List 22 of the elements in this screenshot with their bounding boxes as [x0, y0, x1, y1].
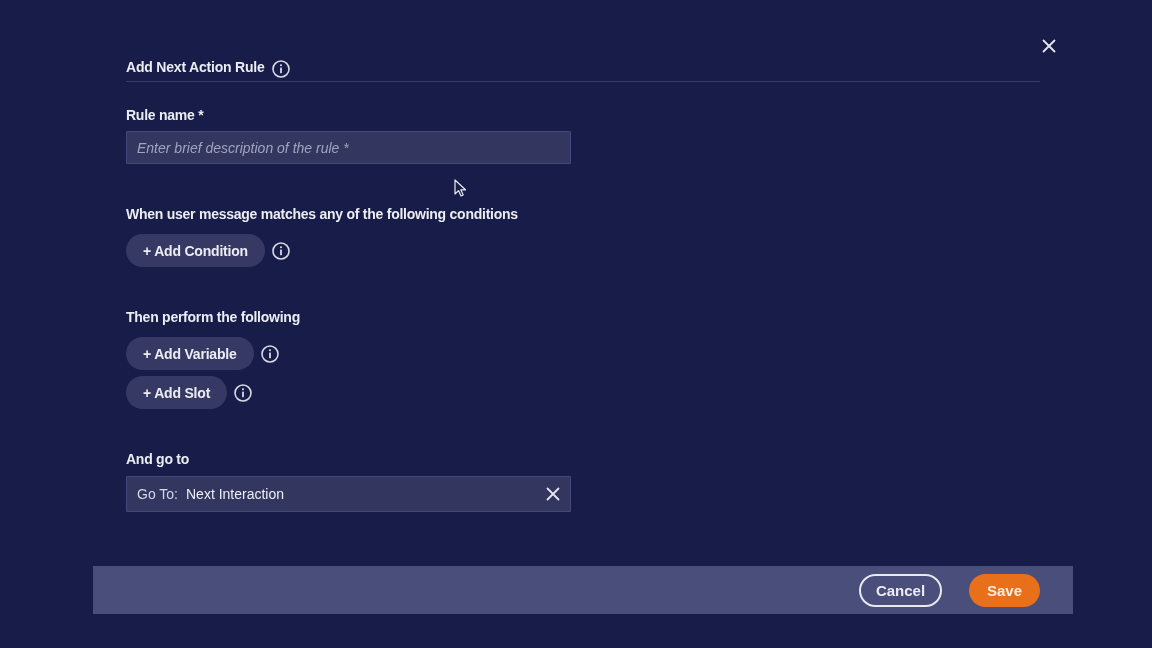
add-button[interactable]: + Add Slot	[126, 376, 228, 409]
add-button[interactable]: + Add Variable	[126, 337, 254, 370]
dialog-title: Add Next Action Rule	[126, 58, 265, 77]
section-heading: Then perform the following	[126, 308, 300, 327]
add-button[interactable]: + Add Condition	[126, 234, 265, 267]
field-label: Rule name *	[126, 106, 204, 125]
info-icon[interactable]	[234, 383, 253, 402]
go-to-field[interactable]: Go To: Next Interaction	[126, 476, 571, 512]
rule-name-input[interactable]: Enter brief description of the rule *	[126, 131, 571, 164]
info-icon[interactable]	[271, 241, 290, 260]
close-icon	[546, 487, 560, 501]
cancel-button[interactable]: Cancel	[859, 573, 942, 607]
info-icon[interactable]	[271, 59, 290, 78]
go-to-value: Next Interaction	[186, 486, 285, 502]
info-icon[interactable]	[260, 344, 279, 363]
clear-button[interactable]	[546, 487, 560, 501]
close-button[interactable]	[1042, 39, 1056, 53]
field-label: And go to	[126, 450, 190, 469]
cursor-icon	[454, 179, 467, 197]
close-icon	[1042, 39, 1056, 53]
go-to-prefix: Go To:	[137, 486, 178, 502]
section-heading: When user message matches any of the following conditions	[126, 205, 518, 224]
